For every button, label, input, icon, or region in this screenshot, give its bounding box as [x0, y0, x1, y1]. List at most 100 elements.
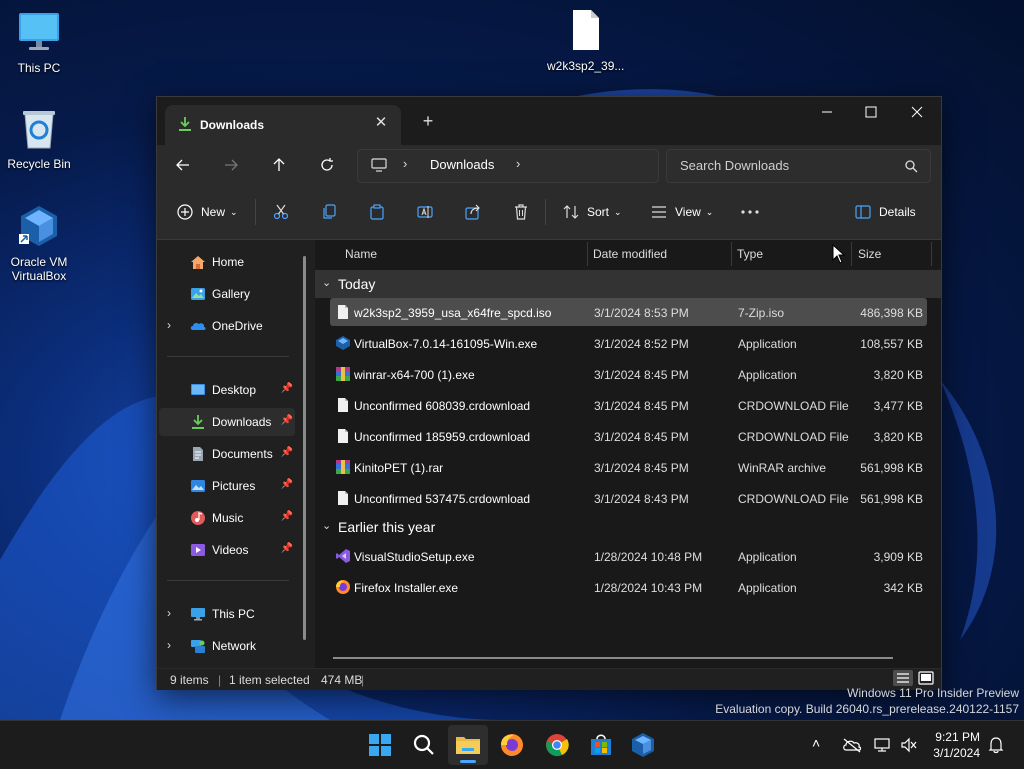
sidebar-item-this-pc[interactable]: › This PC — [159, 600, 295, 628]
clipboard-icon — [370, 204, 384, 220]
chevron-right-icon[interactable]: › — [516, 156, 520, 171]
column-divider[interactable] — [731, 242, 732, 266]
file-date: 3/1/2024 8:45 PM — [594, 399, 689, 413]
search-icon[interactable] — [408, 729, 440, 761]
file-row[interactable]: KinitoPET (1).rar 3/1/2024 8:45 PM WinRA… — [330, 453, 927, 481]
column-header-size[interactable]: Size — [858, 247, 881, 261]
sidebar-item-label: Desktop — [212, 383, 257, 397]
column-header-name[interactable]: Name — [345, 247, 377, 261]
rename-button[interactable] — [417, 200, 433, 224]
iso-file-icon — [338, 305, 348, 319]
tiles-view-button[interactable] — [917, 670, 935, 686]
close-tab-icon[interactable]: ✕ — [371, 113, 391, 133]
notification-bell-icon[interactable] — [988, 736, 1004, 754]
minimize-button[interactable] — [804, 97, 850, 129]
sidebar-item-music[interactable]: Music 📌 — [159, 504, 295, 532]
file-name: w2k3sp2_3959_usa_x64fre_spcd.iso — [354, 306, 552, 320]
chevron-right-icon[interactable]: › — [167, 606, 171, 620]
desktop-icon-this-pc[interactable]: This PC — [1, 10, 77, 75]
taskbar-item-file-explorer[interactable] — [448, 725, 488, 765]
file-row[interactable]: Firefox Installer.exe 1/28/2024 10:43 PM… — [330, 573, 927, 601]
virtualbox-icon — [19, 206, 57, 246]
delete-button[interactable] — [513, 200, 529, 224]
file-type: Application — [738, 337, 797, 351]
file-row[interactable]: Unconfirmed 185959.crdownload 3/1/2024 8… — [330, 422, 927, 450]
virtualbox-icon — [336, 336, 350, 350]
column-header-date[interactable]: Date modified — [593, 247, 667, 261]
refresh-button[interactable] — [311, 151, 343, 179]
start-icon[interactable] — [364, 729, 396, 761]
back-button[interactable] — [167, 151, 199, 179]
view-button[interactable]: View ⌄ — [651, 200, 713, 224]
network-status-icon[interactable] — [874, 737, 892, 753]
navigation-pane: Home Gallery › OneDrive Desktop 📌 Downlo… — [157, 240, 313, 668]
sort-button[interactable]: Sort ⌄ — [563, 200, 622, 224]
close-window-button[interactable] — [894, 97, 940, 129]
new-tab-button[interactable]: + — [417, 110, 439, 132]
desktop-icon-recycle-bin[interactable]: Recycle Bin — [1, 106, 77, 171]
file-icon — [338, 491, 348, 505]
details-view-button[interactable] — [893, 670, 913, 686]
column-divider[interactable] — [587, 242, 588, 266]
paste-button[interactable] — [369, 200, 385, 224]
file-row[interactable]: Unconfirmed 537475.crdownload 3/1/2024 8… — [330, 484, 927, 512]
tab-downloads[interactable]: Downloads ✕ — [165, 105, 401, 145]
chevron-right-icon[interactable]: › — [167, 638, 171, 652]
sidebar-item-pictures[interactable]: Pictures 📌 — [159, 472, 295, 500]
chevron-up-icon[interactable]: ˄ — [812, 735, 820, 751]
sidebar-item-desktop[interactable]: Desktop 📌 — [159, 376, 295, 404]
cut-button[interactable] — [273, 200, 289, 224]
sidebar-item-downloads[interactable]: Downloads 📌 — [159, 408, 295, 436]
search-input[interactable]: Search Downloads — [666, 149, 931, 183]
sidebar-item-videos[interactable]: Videos 📌 — [159, 536, 295, 564]
column-header-type[interactable]: Type — [737, 247, 763, 261]
share-icon — [465, 204, 480, 220]
system-clock[interactable]: 9:21 PM 3/1/2024 — [933, 729, 980, 761]
sidebar-item-network[interactable]: › Network — [159, 632, 295, 660]
file-row[interactable]: Unconfirmed 608039.crdownload 3/1/2024 8… — [330, 391, 927, 419]
chrome-icon[interactable] — [541, 729, 573, 761]
sidebar-item-documents[interactable]: Documents 📌 — [159, 440, 295, 468]
group-header-today[interactable]: ⌄ Today — [315, 270, 941, 298]
cloud-offline-icon[interactable] — [842, 737, 862, 753]
sidebar-item-label: Home — [212, 255, 245, 269]
sidebar-item-onedrive[interactable]: › OneDrive — [159, 312, 295, 340]
sidebar-scrollbar[interactable] — [303, 256, 306, 640]
file-row[interactable]: VisualStudioSetup.exe 1/28/2024 10:48 PM… — [330, 542, 927, 570]
details-pane-button[interactable]: Details — [855, 200, 916, 224]
file-explorer-icon — [456, 737, 480, 754]
forward-button[interactable] — [215, 151, 247, 179]
file-name: VisualStudioSetup.exe — [354, 550, 475, 564]
file-row[interactable]: winrar-x64-700 (1).exe 3/1/2024 8:45 PM … — [330, 360, 927, 388]
firefox-icon[interactable] — [496, 729, 528, 761]
sidebar-item-gallery[interactable]: Gallery — [159, 280, 295, 308]
desktop-icon-virtualbox[interactable]: Oracle VM VirtualBox — [1, 204, 77, 283]
file-type: 7-Zip.iso — [738, 306, 785, 320]
new-button[interactable]: New ⌄ — [177, 200, 238, 224]
monitor-icon — [371, 158, 387, 172]
file-row[interactable]: VirtualBox-7.0.14-161095-Win.exe 3/1/202… — [330, 329, 927, 357]
file-row[interactable]: w2k3sp2_3959_usa_x64fre_spcd.iso 3/1/202… — [330, 298, 927, 326]
sidebar-item-home[interactable]: Home — [159, 248, 295, 276]
breadcrumb-downloads[interactable]: Downloads — [430, 157, 494, 172]
sidebar-item-label: Documents — [212, 447, 273, 461]
volume-muted-icon[interactable] — [900, 737, 918, 753]
chevron-right-icon[interactable]: › — [403, 156, 407, 171]
pin-icon: 📌 — [280, 511, 293, 522]
copy-button[interactable] — [321, 200, 337, 224]
virtualbox-icon[interactable] — [627, 729, 659, 761]
file-size: 3,820 KB — [873, 368, 923, 382]
horizontal-scrollbar[interactable] — [333, 657, 893, 659]
desktop-icon-iso-file[interactable]: w2k3sp2_39... — [547, 8, 624, 73]
clock-time: 9:21 PM — [935, 730, 980, 744]
desktop-icon-label: This PC — [17, 61, 61, 75]
column-divider[interactable] — [931, 242, 932, 266]
share-button[interactable] — [465, 200, 481, 224]
group-header-earlier[interactable]: ⌄ Earlier this year — [315, 513, 941, 541]
store-icon[interactable] — [585, 729, 617, 761]
maximize-button[interactable] — [848, 97, 894, 129]
up-button[interactable] — [263, 151, 295, 179]
more-options-button[interactable] — [741, 200, 759, 224]
column-divider[interactable] — [851, 242, 852, 266]
chevron-right-icon[interactable]: › — [167, 318, 171, 332]
